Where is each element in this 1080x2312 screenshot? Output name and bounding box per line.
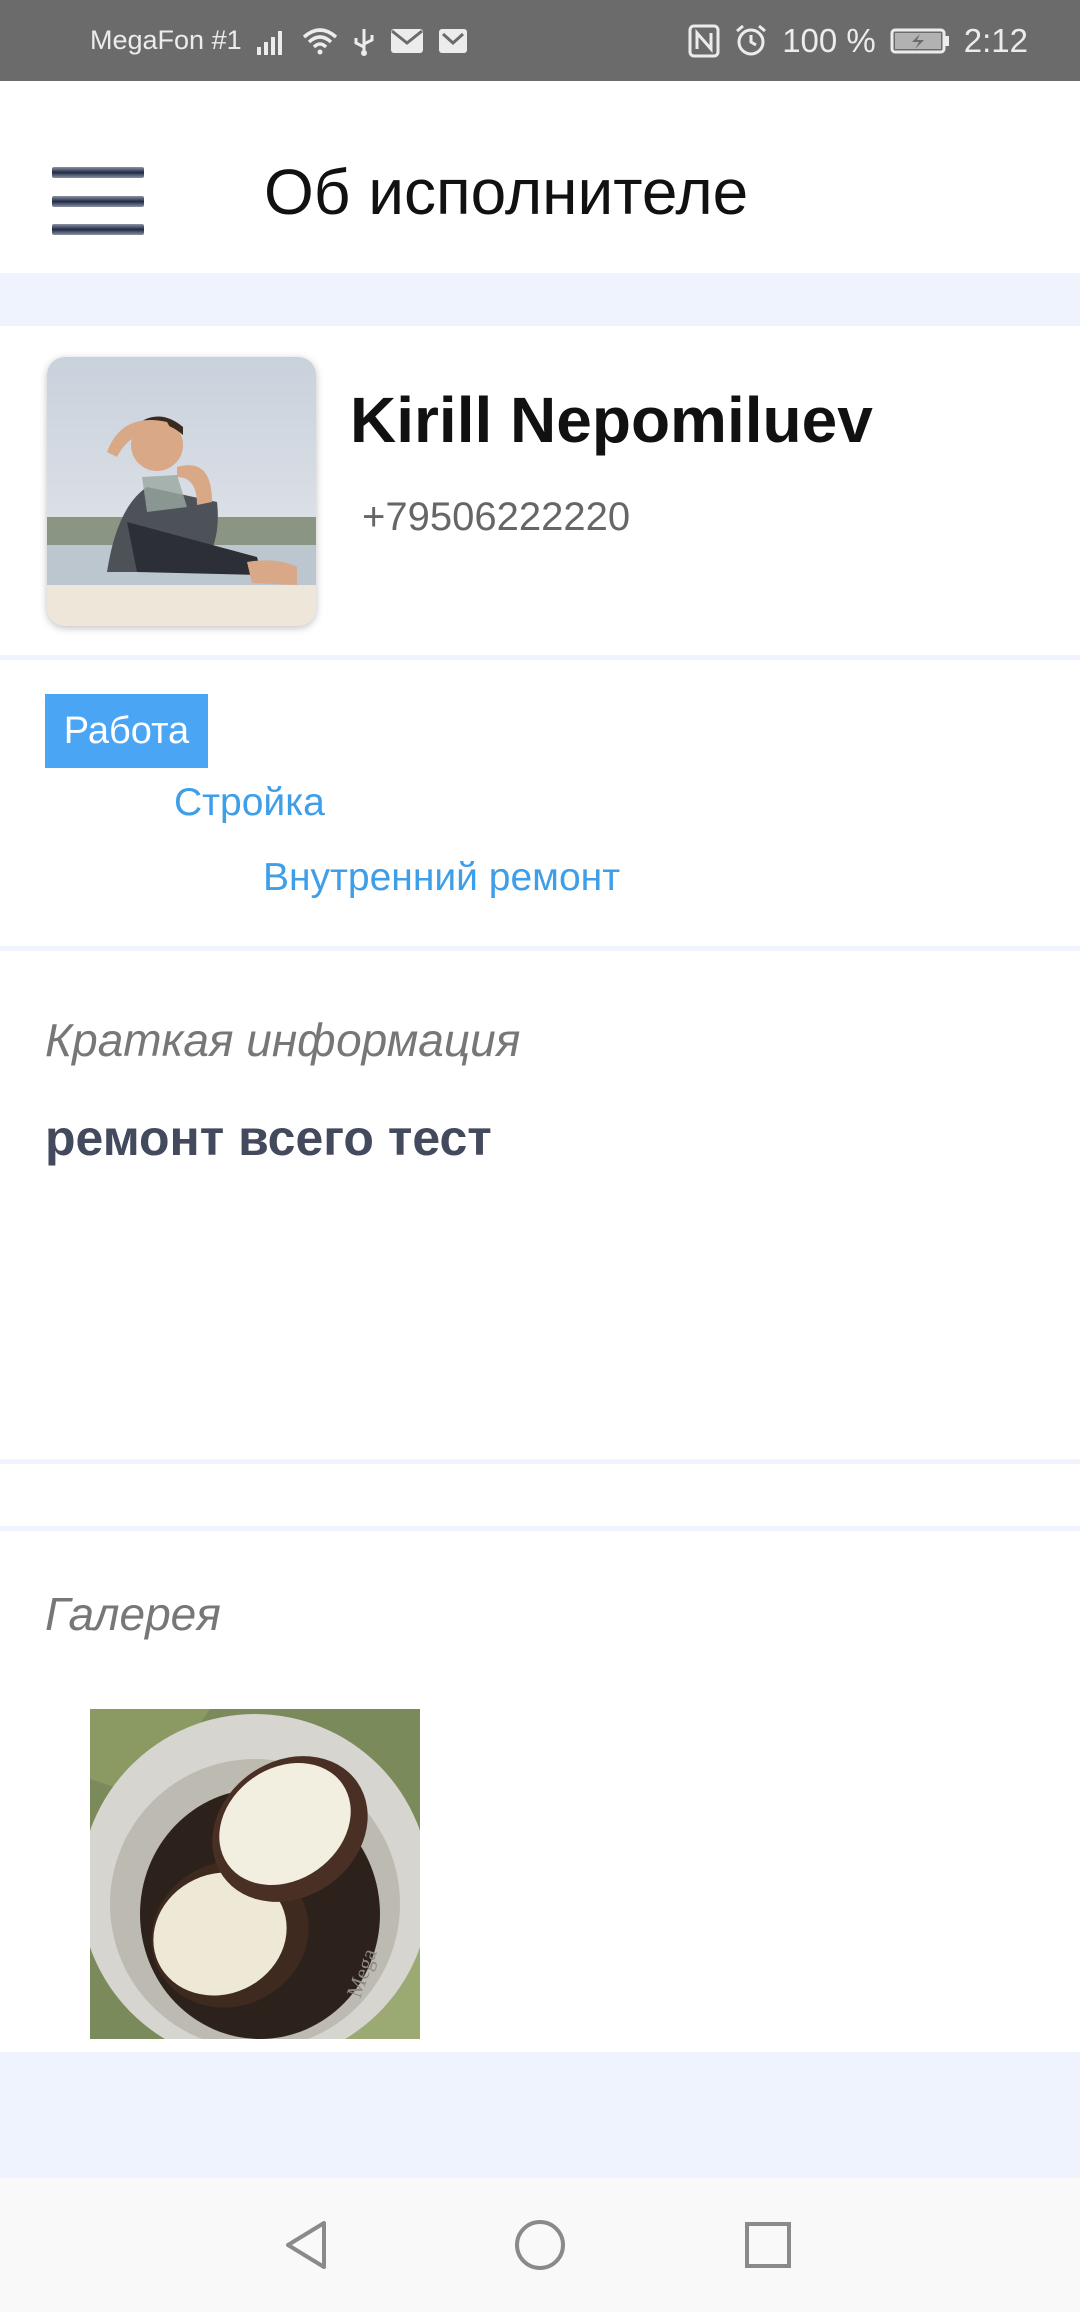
alarm-icon (734, 24, 768, 58)
back-triangle-icon[interactable] (268, 2205, 348, 2285)
profile-phone[interactable]: +79506222220 (362, 493, 630, 541)
profile-photo-image (47, 357, 316, 626)
recents-square-icon[interactable] (728, 2205, 808, 2285)
wifi-icon (302, 24, 338, 58)
status-bar: MegaFon #1 100 % 2:12 (0, 0, 1080, 81)
battery-charging-icon (890, 24, 950, 58)
page-title: Об исполнителе (264, 156, 749, 228)
info-text: ремонт всего тест (45, 1110, 492, 1166)
gallery-item[interactable]: Mega (90, 1709, 420, 2039)
bottom-band (0, 2052, 1080, 2178)
divider (0, 1526, 1080, 1531)
carrier-name: MegaFon #1 (90, 25, 242, 55)
status-right: 100 % 2:12 (688, 22, 1028, 60)
gallery-photo-image: Mega (90, 1709, 420, 2039)
status-left: MegaFon #1 (90, 24, 468, 58)
battery-percent: 100 % (782, 21, 876, 59)
mail-icon (438, 24, 468, 58)
usb-icon (352, 24, 376, 58)
menu-line (52, 224, 144, 235)
gallery-label: Галерея (45, 1588, 221, 1640)
section-gap (0, 273, 1080, 326)
profile-name: Kirill Nepomiluev (350, 384, 873, 456)
menu-line (52, 195, 144, 207)
hamburger-menu-icon[interactable] (52, 167, 148, 235)
category-badge[interactable]: Работа (45, 694, 208, 768)
signal-icon (256, 24, 288, 58)
divider (0, 946, 1080, 951)
system-nav-bar (0, 2178, 1080, 2312)
subcategory-item[interactable]: Внутренний ремонт (263, 855, 620, 902)
avatar[interactable] (47, 357, 316, 626)
nfc-icon (688, 24, 720, 58)
menu-line (52, 167, 144, 178)
home-circle-icon[interactable] (500, 2205, 580, 2285)
info-label: Краткая информация (45, 1014, 521, 1066)
clock: 2:12 (963, 21, 1028, 59)
divider (0, 655, 1080, 660)
mail-icon (390, 24, 424, 58)
subcategory-item[interactable]: Стройка (174, 780, 325, 827)
app-bar: Об исполнителе (0, 81, 1080, 273)
divider (0, 1459, 1080, 1464)
